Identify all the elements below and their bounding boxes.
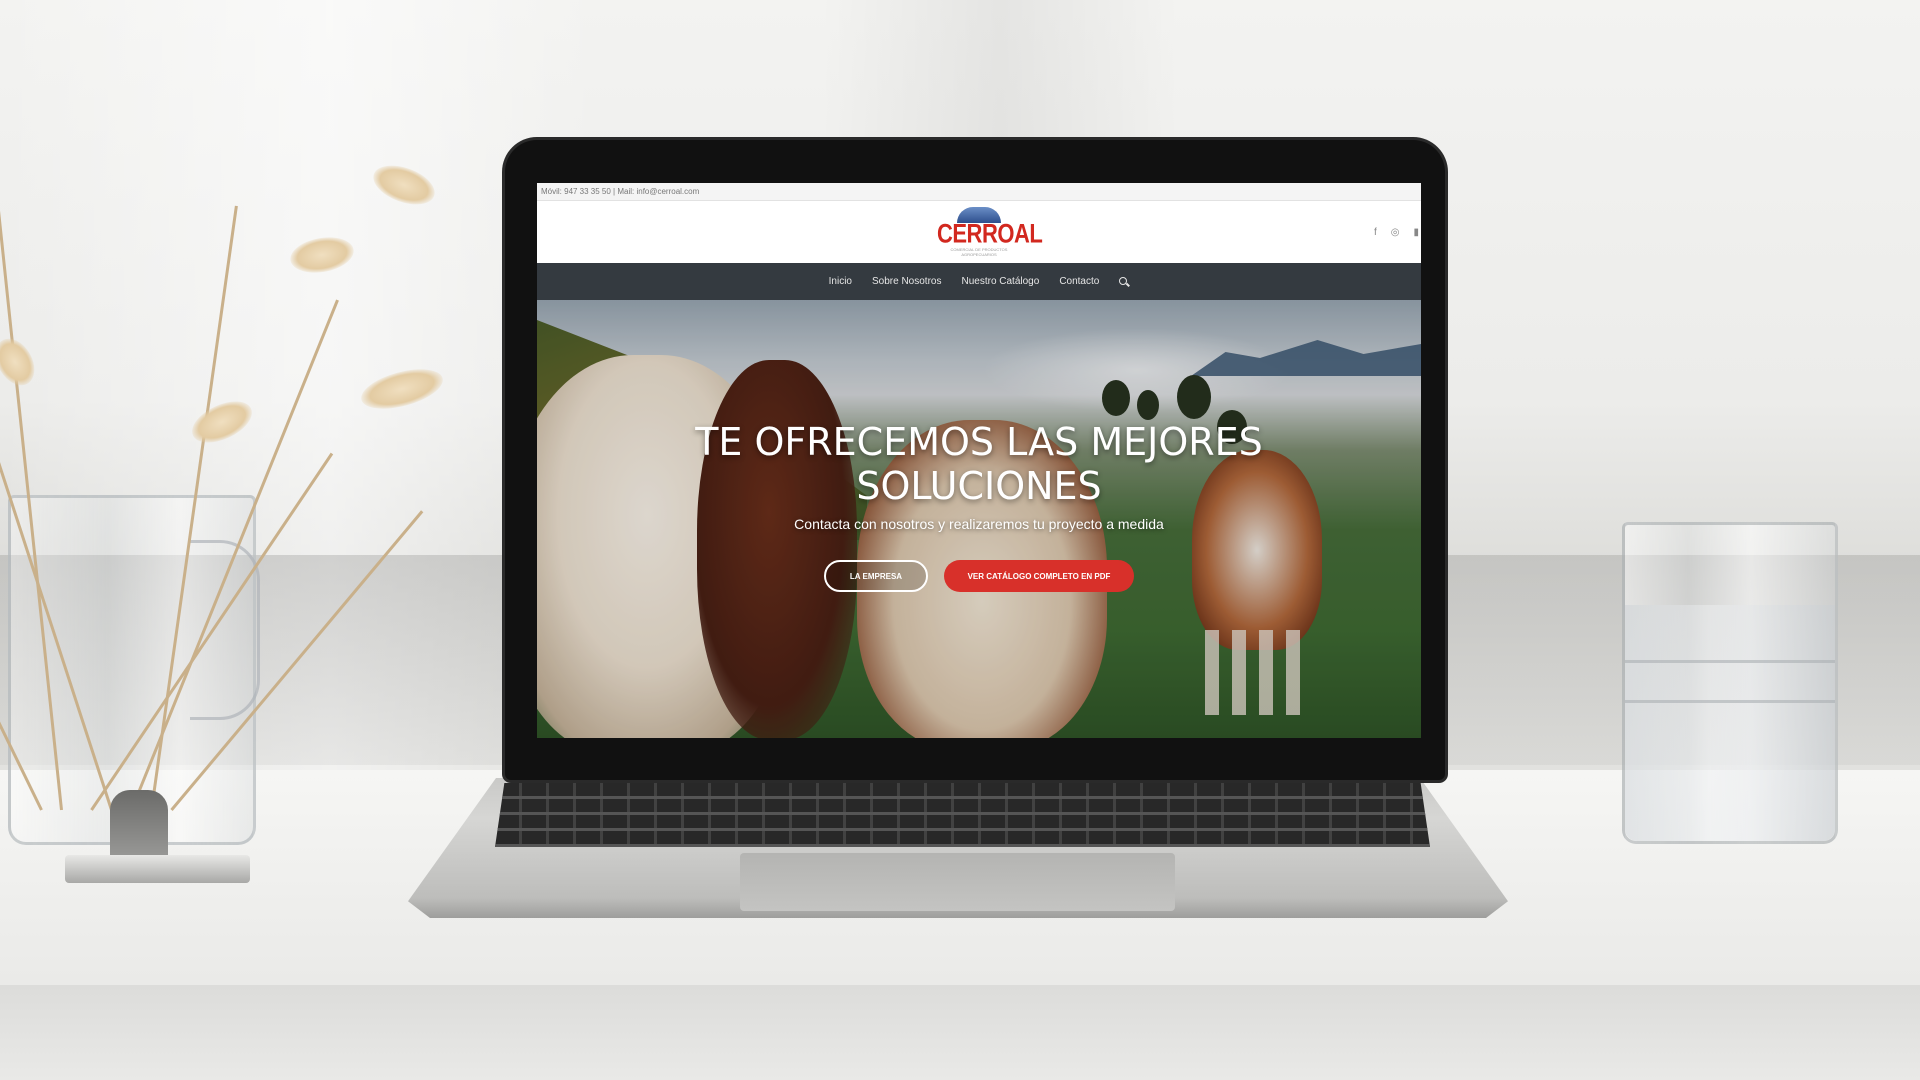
keyboard-rows (495, 783, 1430, 847)
linkedin-icon[interactable]: ▮ (1413, 227, 1419, 238)
hero-subtitle: Contacta con nosotros y realizaremos tu … (794, 516, 1164, 532)
catalog-pdf-button[interactable]: VER CATÁLOGO COMPLETO EN PDF (944, 560, 1134, 592)
nav-item-sobre-nosotros[interactable]: Sobre Nosotros (872, 276, 941, 287)
laptop-screen: Móvil: 947 33 35 50 | Mail: info@cerroal… (537, 183, 1421, 738)
main-nav: Inicio Sobre Nosotros Nuestro Catálogo C… (537, 263, 1421, 300)
search-icon[interactable] (1119, 276, 1129, 287)
topbar-contact-text: Móvil: 947 33 35 50 | Mail: info@cerroal… (541, 187, 700, 196)
desk-edge (0, 985, 1920, 1080)
social-links: f ◎ ▮ (1374, 227, 1419, 238)
la-empresa-button[interactable]: LA EMPRESA (824, 560, 928, 592)
nav-item-inicio[interactable]: Inicio (829, 276, 852, 287)
binder-clip (65, 855, 250, 883)
hero-buttons: LA EMPRESA VER CATÁLOGO COMPLETO EN PDF (537, 560, 1421, 592)
hero-banner: TE OFRECEMOS LAS MEJORES SOLUCIONES Cont… (537, 300, 1421, 738)
laptop-trackpad (740, 853, 1175, 911)
glass-water (1625, 605, 1835, 841)
binder-clip-top (110, 790, 168, 860)
nav-item-contacto[interactable]: Contacto (1059, 276, 1099, 287)
nav-item-catalogo[interactable]: Nuestro Catálogo (961, 276, 1039, 287)
facebook-icon[interactable]: f (1374, 227, 1377, 238)
hero-title: TE OFRECEMOS LAS MEJORES SOLUCIONES (695, 420, 1263, 508)
glass-ring (1625, 700, 1835, 703)
logo-name: CERROAL (937, 218, 1043, 249)
vase-handle (190, 540, 260, 720)
logo-tagline: COMERCIAL DE PRODUCTOS AGROPECUARIOS (950, 247, 1008, 257)
site-logo[interactable]: CERROAL COMERCIAL DE PRODUCTOS AGROPECUA… (937, 207, 1043, 257)
site-header: CERROAL COMERCIAL DE PRODUCTOS AGROPECUA… (537, 201, 1421, 263)
glass-ring (1625, 660, 1835, 663)
instagram-icon[interactable]: ◎ (1391, 227, 1400, 238)
hero-content: TE OFRECEMOS LAS MEJORES SOLUCIONES Cont… (537, 420, 1421, 592)
contact-topbar: Móvil: 947 33 35 50 | Mail: info@cerroal… (537, 183, 1421, 201)
